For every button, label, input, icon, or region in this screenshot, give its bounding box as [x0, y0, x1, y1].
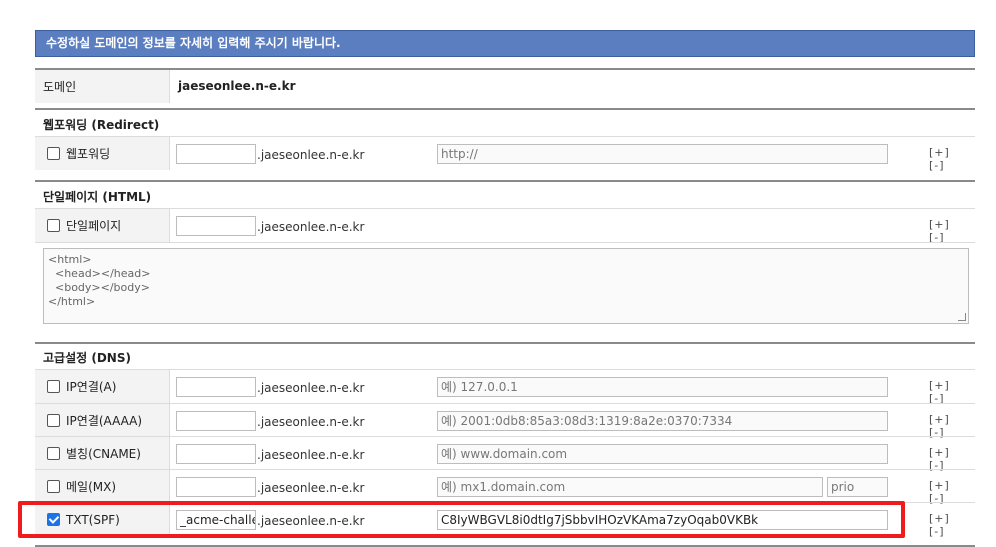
domain-suffix: .jaeseonlee.n-e.kr — [257, 148, 365, 162]
dns-row-cname: 별칭(CNAME) .jaeseonlee.n-e.kr 예) www.doma… — [35, 437, 975, 472]
section-title-html: 단일페이지 (HTML) — [43, 190, 152, 204]
row-add-remove: [+][-] — [929, 379, 975, 405]
add-row-button[interactable]: [+] — [929, 479, 950, 492]
domain-suffix: .jaeseonlee.n-e.kr — [257, 381, 365, 395]
divider — [35, 180, 975, 182]
dns-mx-subdomain-input[interactable] — [176, 477, 256, 497]
dns-mx-label: 메일(MX) — [66, 480, 117, 494]
dns-a-checkbox[interactable] — [47, 380, 60, 393]
row-add-remove: [+][-] — [929, 218, 975, 244]
domain-label: 도메인 — [43, 80, 77, 94]
dns-cname-label: 별칭(CNAME) — [66, 447, 141, 461]
redirect-checkbox[interactable] — [47, 147, 60, 160]
dns-label-cell[interactable]: IP연결(AAAA) — [35, 404, 169, 437]
html-content-text: <html> <head></head> <body></body> </htm… — [48, 253, 151, 308]
domain-suffix: .jaeseonlee.n-e.kr — [257, 481, 365, 495]
html-label: 단일페이지 — [66, 219, 122, 233]
add-row-button[interactable]: [+] — [929, 413, 950, 426]
dns-aaaa-label: IP연결(AAAA) — [66, 414, 143, 428]
redirect-label-cell[interactable]: 웹포워딩 — [35, 137, 169, 170]
redirect-subdomain-input[interactable] — [176, 144, 256, 164]
domain-suffix: .jaeseonlee.n-e.kr — [257, 448, 365, 462]
row-add-remove: [+][-] — [929, 512, 975, 538]
dns-row-mx: 메일(MX) .jaeseonlee.n-e.kr 예) mx1.domain.… — [35, 470, 975, 505]
dns-cname-value-input[interactable]: 예) www.domain.com — [437, 444, 888, 464]
remove-row-button[interactable]: [-] — [929, 525, 945, 538]
dns-aaaa-subdomain-input[interactable] — [176, 411, 256, 431]
add-row-button[interactable]: [+] — [929, 146, 950, 159]
dns-aaaa-value-input[interactable]: 예) 2001:0db8:85a3:08d3:1319:8a2e:0370:73… — [437, 411, 888, 431]
html-checkbox[interactable] — [47, 219, 60, 232]
dns-mx-value-input[interactable]: 예) mx1.domain.com — [437, 477, 823, 497]
domain-suffix: .jaeseonlee.n-e.kr — [257, 415, 365, 429]
row-add-remove: [+][-] — [929, 146, 975, 172]
redirect-row: 웹포워딩 .jaeseonlee.n-e.kr http:// [+][-] — [35, 137, 975, 172]
add-row-button[interactable]: [+] — [929, 446, 950, 459]
dns-cname-subdomain-input[interactable] — [176, 444, 256, 464]
add-row-button[interactable]: [+] — [929, 218, 950, 231]
dns-a-value-input[interactable]: 예) 127.0.0.1 — [437, 377, 888, 397]
highlight-box — [18, 501, 905, 538]
add-row-button[interactable]: [+] — [929, 512, 950, 525]
html-label-cell[interactable]: 단일페이지 — [35, 209, 169, 242]
dns-cname-checkbox[interactable] — [47, 447, 60, 460]
dns-label-cell[interactable]: 메일(MX) — [35, 470, 169, 503]
redirect-label: 웹포워딩 — [66, 147, 111, 161]
dns-label-cell[interactable]: 별칭(CNAME) — [35, 437, 169, 470]
section-title-redirect: 웹포워딩 (Redirect) — [43, 118, 160, 132]
redirect-url-input[interactable]: http:// — [437, 144, 888, 164]
divider — [35, 342, 975, 344]
domain-suffix: .jaeseonlee.n-e.kr — [257, 220, 365, 234]
dns-a-label: IP연결(A) — [66, 380, 117, 394]
dns-row-a: IP연결(A) .jaeseonlee.n-e.kr 예) 127.0.0.1 … — [35, 370, 975, 405]
dns-aaaa-checkbox[interactable] — [47, 414, 60, 427]
dns-a-subdomain-input[interactable] — [176, 377, 256, 397]
html-row: 단일페이지 .jaeseonlee.n-e.kr [+][-] — [35, 209, 975, 244]
divider — [35, 108, 975, 110]
dns-mx-checkbox[interactable] — [47, 480, 60, 493]
dns-label-cell[interactable]: IP연결(A) — [35, 370, 169, 403]
remove-row-button[interactable]: [-] — [929, 159, 945, 172]
html-subdomain-input[interactable] — [176, 216, 256, 236]
html-content-textarea[interactable]: <html> <head></head> <body></body> </htm… — [43, 248, 969, 324]
dns-row-aaaa: IP연결(AAAA) .jaeseonlee.n-e.kr 예) 2001:0d… — [35, 404, 975, 439]
domain-value: jaeseonlee.n-e.kr — [178, 79, 296, 93]
instruction-banner: 수정하실 도메인의 정보를 자세히 입력해 주시기 바랍니다. — [35, 30, 975, 57]
section-title-dns: 고급설정 (DNS) — [43, 351, 131, 365]
add-row-button[interactable]: [+] — [929, 379, 950, 392]
dns-mx-prio-input[interactable]: prio — [827, 477, 888, 497]
domain-label-cell: 도메인 — [35, 70, 169, 103]
resize-handle-icon[interactable] — [958, 313, 966, 321]
domain-row: 도메인 jaeseonlee.n-e.kr — [35, 70, 975, 103]
